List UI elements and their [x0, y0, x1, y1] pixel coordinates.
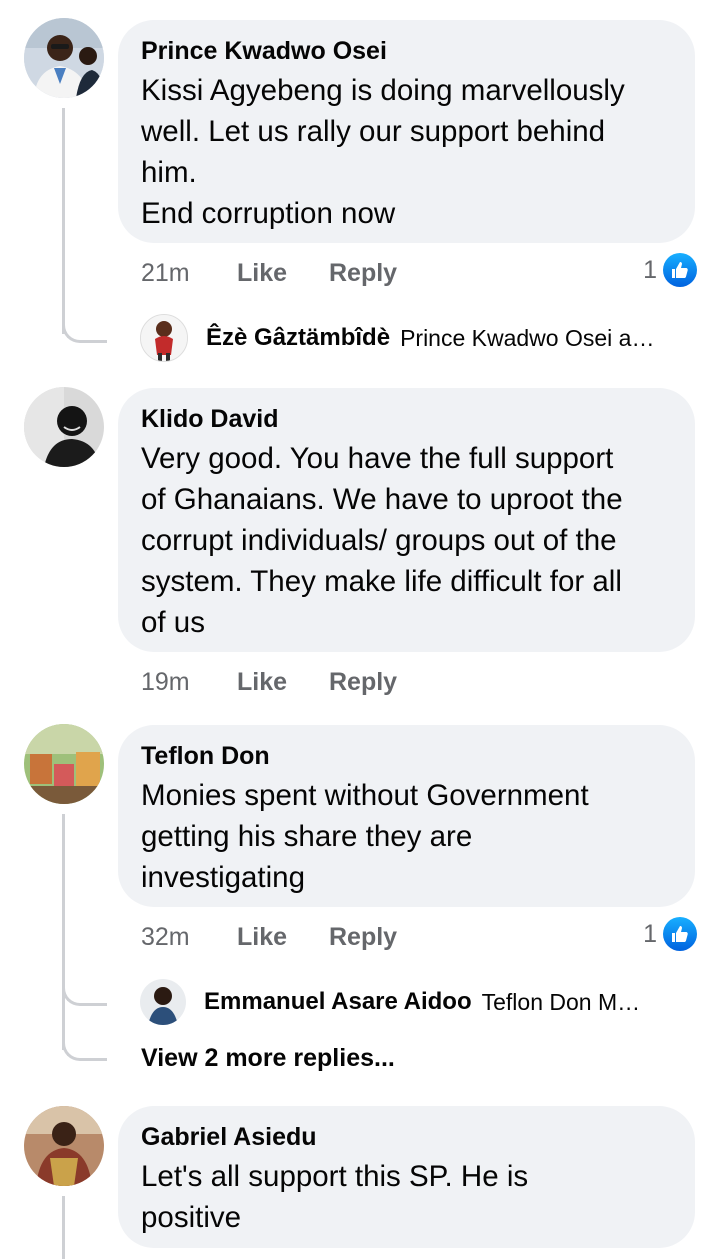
avatar[interactable]: [140, 979, 186, 1025]
thread-line: [62, 814, 65, 1050]
avatar[interactable]: [24, 387, 104, 467]
comment-bubble[interactable]: Teflon Don Monies spent without Governme…: [118, 725, 695, 907]
comment-bubble[interactable]: Klido David Very good. You have the full…: [118, 388, 695, 652]
comment-actions: 32m Like Reply: [141, 923, 397, 952]
reply-preview[interactable]: Emmanuel Asare Aidoo Teflon Don M…: [140, 979, 640, 1025]
reply-author[interactable]: Êzè Gâztämbîdè: [206, 324, 390, 352]
comment-text: Kissi Agyebeng is doing marvellously wel…: [141, 74, 625, 230]
view-more-replies-link[interactable]: View 2 more replies...: [141, 1044, 395, 1073]
reaction-count: 1: [643, 919, 657, 948]
reply-text: Teflon Don M…: [481, 988, 641, 1015]
reaction-summary[interactable]: 1: [643, 253, 697, 287]
comment-bubble[interactable]: Gabriel Asiedu Let's all support this SP…: [118, 1106, 695, 1248]
reply-button[interactable]: Reply: [329, 923, 397, 951]
comment-time[interactable]: 32m: [141, 923, 237, 952]
avatar[interactable]: [24, 724, 104, 804]
like-button[interactable]: Like: [237, 259, 329, 288]
comment-bubble[interactable]: Prince Kwadwo Osei Kissi Agyebeng is doi…: [118, 20, 695, 243]
like-button[interactable]: Like: [237, 923, 329, 952]
avatar[interactable]: [24, 1106, 104, 1186]
avatar[interactable]: [24, 18, 104, 98]
comment-author[interactable]: Gabriel Asiedu: [141, 1122, 673, 1152]
like-thumb-icon: [663, 917, 697, 951]
comment-author[interactable]: Klido David: [141, 404, 673, 434]
thread-line: [62, 1196, 65, 1259]
reply-connector: [62, 1020, 107, 1061]
comment-text: Monies spent without Government getting …: [141, 779, 589, 894]
like-button[interactable]: Like: [237, 668, 329, 697]
comment-actions: 21m Like Reply: [141, 259, 397, 288]
reply-button[interactable]: Reply: [329, 668, 397, 696]
reply-text: Prince Kwadwo Osei a…: [400, 324, 655, 351]
reply-button[interactable]: Reply: [329, 259, 397, 287]
like-thumb-icon: [663, 253, 697, 287]
comment-time[interactable]: 19m: [141, 668, 237, 697]
comment-actions: 19m Like Reply: [141, 668, 397, 697]
reply-connector: [62, 300, 107, 343]
reply-author[interactable]: Emmanuel Asare Aidoo: [204, 988, 472, 1016]
comment-time[interactable]: 21m: [141, 259, 237, 288]
comment-author[interactable]: Prince Kwadwo Osei: [141, 36, 673, 66]
reply-connector: [62, 965, 107, 1006]
comment-author[interactable]: Teflon Don: [141, 741, 673, 771]
comment-text: Very good. You have the full support of …: [141, 442, 623, 639]
reaction-summary[interactable]: 1: [643, 917, 697, 951]
reaction-count: 1: [643, 255, 657, 284]
reply-preview[interactable]: Êzè Gâztämbîdè Prince Kwadwo Osei a…: [140, 314, 655, 362]
comment-text: Let's all support this SP. He is positiv…: [141, 1160, 529, 1234]
avatar[interactable]: [140, 314, 188, 362]
